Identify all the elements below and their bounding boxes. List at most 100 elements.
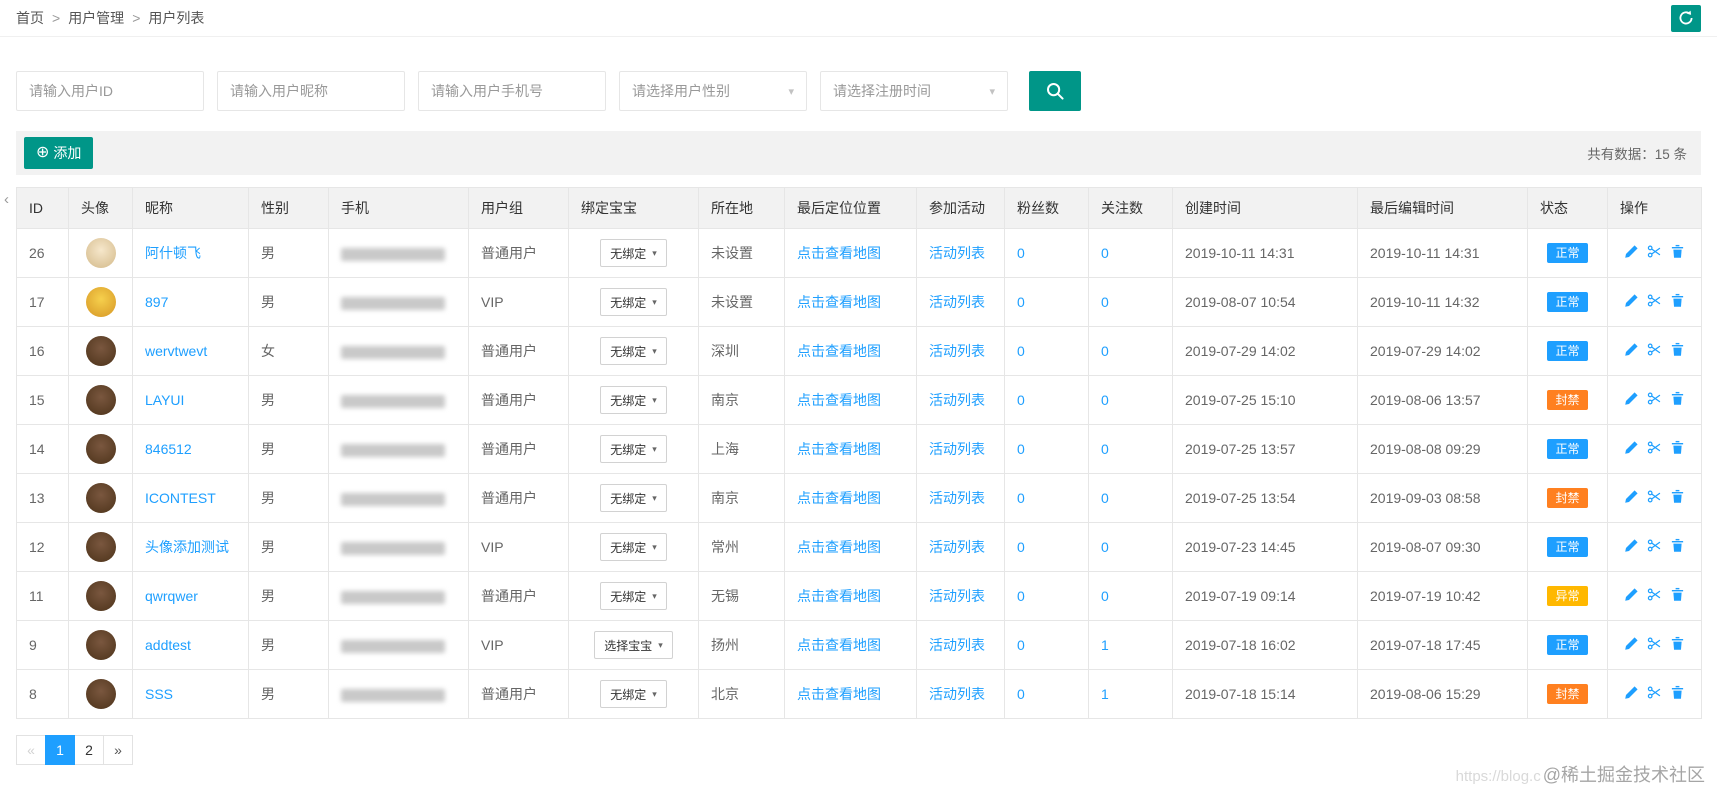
map-link[interactable]: 点击查看地图 <box>797 392 881 408</box>
breadcrumb-item-home[interactable]: 首页 <box>16 8 44 28</box>
user-id-input[interactable] <box>16 71 204 111</box>
activity-link[interactable]: 活动列表 <box>929 490 985 506</box>
fans-count-link[interactable]: 0 <box>1017 637 1025 653</box>
map-link[interactable]: 点击查看地图 <box>797 343 881 359</box>
bind-baby-dropdown[interactable]: 无绑定 ▾ <box>600 533 667 561</box>
nickname-link[interactable]: qwrqwer <box>145 588 198 604</box>
map-link[interactable]: 点击查看地图 <box>797 294 881 310</box>
activity-link[interactable]: 活动列表 <box>929 637 985 653</box>
follows-count-link[interactable]: 0 <box>1101 588 1109 604</box>
map-link[interactable]: 点击查看地图 <box>797 686 881 702</box>
edit-button[interactable] <box>1624 538 1639 553</box>
fans-count-link[interactable]: 0 <box>1017 686 1025 702</box>
map-link[interactable]: 点击查看地图 <box>797 490 881 506</box>
delete-button[interactable] <box>1670 685 1685 700</box>
delete-button[interactable] <box>1670 244 1685 259</box>
activity-link[interactable]: 活动列表 <box>929 539 985 555</box>
follows-count-link[interactable]: 0 <box>1101 294 1109 310</box>
activity-link[interactable]: 活动列表 <box>929 245 985 261</box>
regtime-select[interactable]: 请选择注册时间 ▾ <box>820 71 1008 111</box>
follows-count-link[interactable]: 0 <box>1101 441 1109 457</box>
edit-button[interactable] <box>1624 391 1639 406</box>
fans-count-link[interactable]: 0 <box>1017 392 1025 408</box>
cut-button[interactable] <box>1647 244 1662 259</box>
cut-button[interactable] <box>1647 342 1662 357</box>
nickname-link[interactable]: ICONTEST <box>145 490 216 506</box>
bind-baby-dropdown[interactable]: 无绑定 ▾ <box>600 435 667 463</box>
map-link[interactable]: 点击查看地图 <box>797 539 881 555</box>
fans-count-link[interactable]: 0 <box>1017 343 1025 359</box>
follows-count-link[interactable]: 0 <box>1101 245 1109 261</box>
delete-button[interactable] <box>1670 587 1685 602</box>
activity-link[interactable]: 活动列表 <box>929 441 985 457</box>
follows-count-link[interactable]: 0 <box>1101 343 1109 359</box>
delete-button[interactable] <box>1670 440 1685 455</box>
bind-baby-dropdown[interactable]: 无绑定 ▾ <box>600 386 667 414</box>
gender-select[interactable]: 请选择用户性别 ▾ <box>619 71 807 111</box>
nickname-link[interactable]: LAYUI <box>145 392 184 408</box>
cut-button[interactable] <box>1647 587 1662 602</box>
add-button[interactable]: ⊕ 添加 <box>24 137 94 169</box>
follows-count-link[interactable]: 1 <box>1101 637 1109 653</box>
cut-button[interactable] <box>1647 293 1662 308</box>
map-link[interactable]: 点击查看地图 <box>797 245 881 261</box>
bind-baby-dropdown[interactable]: 无绑定 ▾ <box>600 582 667 610</box>
activity-link[interactable]: 活动列表 <box>929 294 985 310</box>
nickname-link[interactable]: addtest <box>145 637 191 653</box>
fans-count-link[interactable]: 0 <box>1017 539 1025 555</box>
activity-link[interactable]: 活动列表 <box>929 588 985 604</box>
fans-count-link[interactable]: 0 <box>1017 490 1025 506</box>
fans-count-link[interactable]: 0 <box>1017 588 1025 604</box>
delete-button[interactable] <box>1670 538 1685 553</box>
map-link[interactable]: 点击查看地图 <box>797 588 881 604</box>
edit-button[interactable] <box>1624 244 1639 259</box>
bind-baby-dropdown[interactable]: 无绑定 ▾ <box>600 680 667 708</box>
nickname-link[interactable]: 阿什顿飞 <box>145 245 201 261</box>
activity-link[interactable]: 活动列表 <box>929 343 985 359</box>
delete-button[interactable] <box>1670 342 1685 357</box>
fans-count-link[interactable]: 0 <box>1017 441 1025 457</box>
follows-count-link[interactable]: 0 <box>1101 539 1109 555</box>
nickname-link[interactable]: wervtwevt <box>145 343 207 359</box>
cut-button[interactable] <box>1647 685 1662 700</box>
nickname-input[interactable] <box>217 71 405 111</box>
bind-baby-dropdown[interactable]: 无绑定 ▾ <box>600 239 667 267</box>
bind-baby-dropdown[interactable]: 无绑定 ▾ <box>600 484 667 512</box>
cut-button[interactable] <box>1647 489 1662 504</box>
cut-button[interactable] <box>1647 538 1662 553</box>
map-link[interactable]: 点击查看地图 <box>797 637 881 653</box>
page-prev[interactable]: « <box>16 735 46 765</box>
edit-button[interactable] <box>1624 636 1639 651</box>
breadcrumb-item-user-list[interactable]: 用户列表 <box>148 8 204 28</box>
follows-count-link[interactable]: 1 <box>1101 686 1109 702</box>
delete-button[interactable] <box>1670 489 1685 504</box>
follows-count-link[interactable]: 0 <box>1101 490 1109 506</box>
edit-button[interactable] <box>1624 587 1639 602</box>
fans-count-link[interactable]: 0 <box>1017 245 1025 261</box>
breadcrumb-item-user-management[interactable]: 用户管理 <box>68 8 124 28</box>
nickname-link[interactable]: SSS <box>145 686 173 702</box>
edit-button[interactable] <box>1624 342 1639 357</box>
edit-button[interactable] <box>1624 489 1639 504</box>
activity-link[interactable]: 活动列表 <box>929 686 985 702</box>
follows-count-link[interactable]: 0 <box>1101 392 1109 408</box>
refresh-button[interactable] <box>1671 4 1701 32</box>
edit-button[interactable] <box>1624 293 1639 308</box>
map-link[interactable]: 点击查看地图 <box>797 441 881 457</box>
edit-button[interactable] <box>1624 440 1639 455</box>
cut-button[interactable] <box>1647 636 1662 651</box>
page-number-2[interactable]: 2 <box>74 735 104 765</box>
bind-baby-dropdown[interactable]: 无绑定 ▾ <box>600 288 667 316</box>
nickname-link[interactable]: 897 <box>145 294 168 310</box>
bind-baby-dropdown[interactable]: 无绑定 ▾ <box>600 337 667 365</box>
bind-baby-dropdown[interactable]: 选择宝宝 ▾ <box>594 631 673 659</box>
fans-count-link[interactable]: 0 <box>1017 294 1025 310</box>
page-next[interactable]: » <box>103 735 133 765</box>
activity-link[interactable]: 活动列表 <box>929 392 985 408</box>
page-number-1[interactable]: 1 <box>45 735 75 765</box>
delete-button[interactable] <box>1670 391 1685 406</box>
edit-button[interactable] <box>1624 685 1639 700</box>
cut-button[interactable] <box>1647 440 1662 455</box>
search-button[interactable] <box>1029 71 1081 111</box>
nickname-link[interactable]: 846512 <box>145 441 192 457</box>
